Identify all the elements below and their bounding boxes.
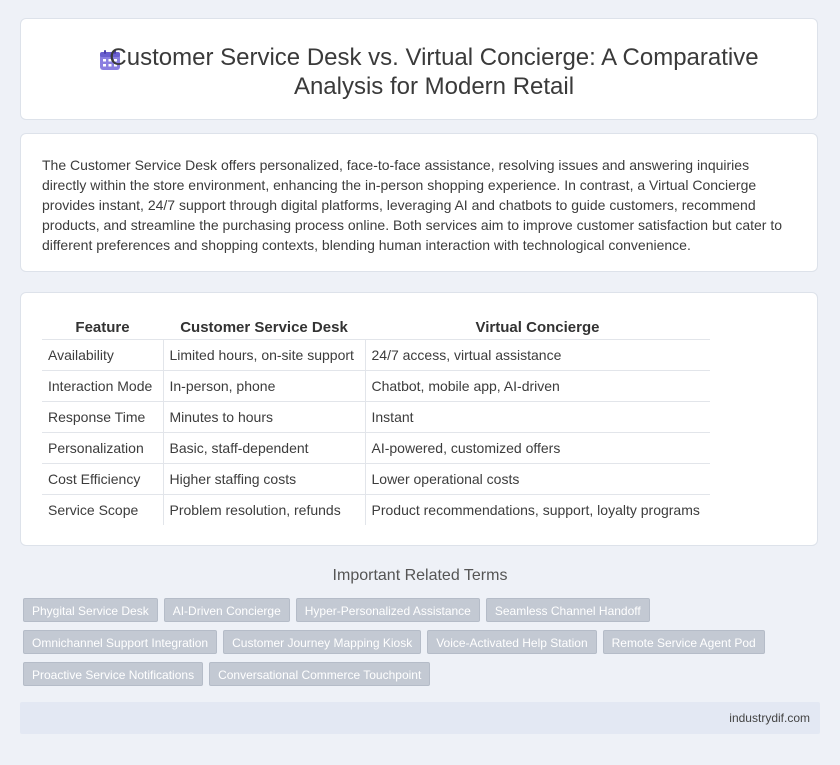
- related-term-tag[interactable]: Remote Service Agent Pod: [602, 630, 765, 654]
- summary-card: The Customer Service Desk offers persona…: [20, 133, 818, 272]
- comparison-card: Feature Customer Service Desk Virtual Co…: [20, 292, 818, 546]
- page-title: Customer Service Desk vs. Virtual Concie…: [21, 43, 817, 101]
- feature-cell: Response Time: [42, 401, 164, 433]
- desk-cell: Higher staffing costs: [163, 463, 366, 495]
- concierge-cell: Chatbot, mobile app, AI-driven: [365, 370, 710, 402]
- related-term-tag[interactable]: Proactive Service Notifications: [23, 662, 204, 686]
- header-feature: Feature: [42, 313, 163, 340]
- related-term-tag[interactable]: Hyper-Personalized Assistance: [295, 598, 480, 622]
- desk-cell: Minutes to hours: [163, 401, 366, 433]
- comparison-table: Feature Customer Service Desk Virtual Co…: [42, 313, 710, 525]
- feature-cell: Cost Efficiency: [42, 463, 164, 495]
- desk-cell: In-person, phone: [163, 370, 366, 402]
- table-row: Service Scope Problem resolution, refund…: [42, 494, 710, 525]
- table-row: Cost Efficiency Higher staffing costs Lo…: [42, 463, 710, 495]
- summary-paragraph: The Customer Service Desk offers persona…: [42, 157, 783, 253]
- table-row: Availability Limited hours, on-site supp…: [42, 339, 710, 371]
- feature-cell: Availability: [42, 339, 164, 371]
- header-customer-service-desk: Customer Service Desk: [163, 313, 365, 340]
- related-term-tag[interactable]: Omnichannel Support Integration: [23, 630, 218, 654]
- concierge-cell: AI-powered, customized offers: [365, 432, 710, 464]
- desk-cell: Basic, staff-dependent: [163, 432, 366, 464]
- related-term-tag[interactable]: Customer Journey Mapping Kiosk: [223, 630, 422, 654]
- concierge-cell: Instant: [365, 401, 710, 433]
- related-terms-list: Phygital Service Desk AI-Driven Concierge…: [23, 598, 813, 694]
- table-row: Personalization Basic, staff-dependent A…: [42, 432, 710, 464]
- table-header-row: Feature Customer Service Desk Virtual Co…: [42, 313, 710, 340]
- concierge-cell: Lower operational costs: [365, 463, 710, 495]
- concierge-cell: Product recommendations, support, loyalt…: [371, 502, 700, 518]
- related-term-tag[interactable]: Seamless Channel Handoff: [485, 598, 650, 622]
- related-term-tag[interactable]: Phygital Service Desk: [23, 598, 158, 622]
- feature-cell: Interaction Mode: [42, 370, 164, 402]
- title-card: Customer Service Desk vs. Virtual Concie…: [20, 18, 818, 120]
- footer-bar: industrydif.com: [20, 702, 820, 734]
- feature-cell: Personalization: [42, 432, 164, 464]
- related-term-tag[interactable]: AI-Driven Concierge: [163, 598, 290, 622]
- page-title-text: Customer Service Desk vs. Virtual Concie…: [109, 44, 759, 100]
- related-term-tag[interactable]: Voice-Activated Help Station: [427, 630, 597, 654]
- related-terms-heading: Important Related Terms: [332, 567, 508, 584]
- concierge-cell: 24/7 access, virtual assistance: [365, 339, 710, 371]
- footer-site-link[interactable]: industrydif.com: [729, 711, 810, 725]
- feature-cell: Service Scope: [42, 494, 164, 525]
- desk-cell: Limited hours, on-site support: [163, 339, 366, 371]
- table-row: Interaction Mode In-person, phone Chatbo…: [42, 370, 710, 402]
- desk-cell: Problem resolution, refunds: [163, 494, 366, 525]
- related-term-tag[interactable]: Conversational Commerce Touchpoint: [209, 662, 431, 686]
- table-row: Response Time Minutes to hours Instant: [42, 401, 710, 433]
- header-virtual-concierge: Virtual Concierge: [365, 313, 710, 340]
